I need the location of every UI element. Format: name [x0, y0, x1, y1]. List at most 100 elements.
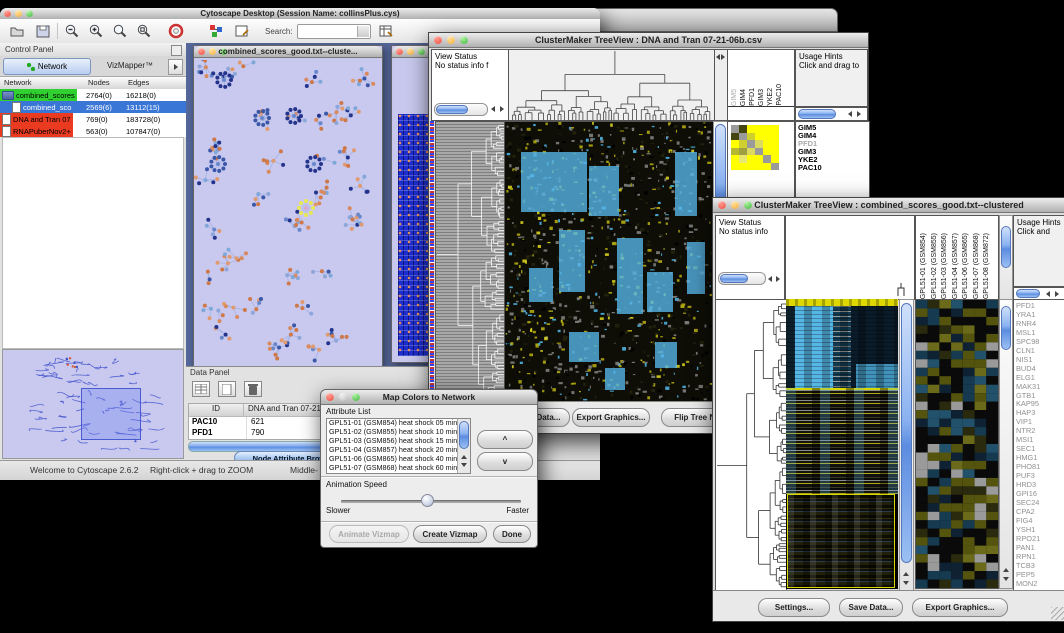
matrix-cell[interactable] — [731, 133, 739, 141]
tv1-scroll-strip[interactable] — [714, 49, 728, 121]
scroll-left-icon[interactable] — [848, 111, 852, 117]
matrix-cell[interactable] — [739, 133, 747, 141]
matrix-cell[interactable] — [771, 163, 779, 171]
annotation-icon[interactable] — [233, 22, 251, 40]
matrix-cell[interactable] — [755, 133, 763, 141]
matrix-cell[interactable] — [739, 148, 747, 156]
tv1-hints-hscrollbar[interactable] — [795, 107, 868, 121]
done-button[interactable]: Done — [493, 525, 531, 543]
network-graph[interactable] — [194, 60, 380, 366]
tv2-heatmap-vscrollbar[interactable] — [899, 299, 914, 592]
matrix-cell[interactable] — [763, 133, 771, 141]
network-view-frame-1[interactable]: combined_scores_good.txt--cluste... — [193, 45, 383, 368]
matrix-cell[interactable] — [739, 163, 747, 171]
save-icon[interactable] — [34, 22, 52, 40]
matrix-cell[interactable] — [747, 163, 755, 171]
matrix-cell[interactable] — [763, 140, 771, 148]
zoom-fit-icon[interactable] — [111, 22, 129, 40]
tv2-global-heatmap[interactable] — [786, 299, 898, 589]
matrix-cell[interactable] — [747, 155, 755, 163]
matrix-cell[interactable] — [763, 155, 771, 163]
scroll-down-icon[interactable] — [1003, 577, 1009, 581]
matrix-cell[interactable] — [771, 125, 779, 133]
matrix-cell[interactable] — [755, 148, 763, 156]
matrix-cell[interactable] — [755, 163, 763, 171]
matrix-cell[interactable] — [755, 155, 763, 163]
column-label[interactable]: GPL51-08 (GSM872) — [983, 233, 991, 299]
birdseye-viewport-rect[interactable] — [81, 388, 141, 440]
tv1-column-dendrogram[interactable] — [508, 49, 715, 121]
export-graphics-button[interactable]: Export Graphics... — [572, 408, 650, 427]
tv1-row-dendrogram[interactable] — [435, 121, 505, 403]
tab-vizmapper[interactable]: VizMapper™ — [92, 58, 168, 73]
delete-attribute-icon[interactable] — [244, 381, 262, 397]
gene-label[interactable]: MON2 — [1016, 580, 1064, 589]
scroll-thumb[interactable] — [436, 105, 468, 114]
move-up-button[interactable]: ^ — [477, 430, 533, 449]
column-label[interactable]: PAC10 — [776, 84, 784, 106]
tv2-zoom-heatmap[interactable] — [915, 299, 999, 589]
network-list-row[interactable]: combined_sco 2569(6) 13112(15) — [0, 101, 186, 113]
matrix-cell[interactable] — [731, 155, 739, 163]
matrix-cell[interactable] — [771, 140, 779, 148]
scroll-thumb[interactable] — [798, 109, 836, 119]
scroll-left-icon[interactable] — [1046, 291, 1050, 297]
minimize-button[interactable] — [407, 48, 414, 55]
treeview1-titlebar[interactable]: ClusterMaker TreeView : DNA and Tran 07-… — [429, 33, 868, 48]
matrix-cell[interactable] — [739, 155, 747, 163]
column-label[interactable]: GIM4 — [740, 89, 748, 106]
column-label[interactable]: GPL51-02 (GSM855) — [931, 233, 939, 299]
tv2-labels-vscrollbar[interactable] — [999, 215, 1013, 300]
scroll-thumb[interactable] — [1016, 289, 1040, 298]
attribute-grid-icon[interactable] — [192, 381, 210, 397]
column-label[interactable]: GPL51-07 (GSM868) — [973, 233, 981, 299]
attribute-list-vscrollbar[interactable] — [457, 419, 470, 473]
matrix-cell[interactable] — [731, 148, 739, 156]
column-label[interactable]: GPL51-01 (GSM854) — [920, 233, 928, 299]
scroll-right-icon[interactable] — [857, 111, 861, 117]
create-vizmap-button[interactable]: Create Vizmap — [413, 525, 487, 543]
matrix-cell[interactable] — [731, 140, 739, 148]
vizmapper-icon[interactable] — [207, 22, 225, 40]
scroll-thumb[interactable] — [720, 274, 748, 283]
float-panel-icon[interactable] — [171, 45, 182, 56]
matrix-cell[interactable] — [747, 133, 755, 141]
search-input[interactable] — [297, 24, 371, 39]
tab-overflow-button[interactable] — [168, 59, 183, 75]
save-data-button[interactable]: Save Data... — [839, 598, 903, 617]
network-list-row[interactable]: RNAPuberNov2+ 563(0) 107847(0) — [0, 125, 186, 137]
move-down-button[interactable]: v — [477, 452, 533, 471]
column-label[interactable]: PFD1 — [749, 88, 757, 106]
matrix-cell[interactable] — [731, 163, 739, 171]
matrix-cell[interactable] — [771, 133, 779, 141]
tv1-global-heatmap[interactable] — [504, 121, 714, 403]
scroll-left-icon[interactable] — [491, 106, 495, 112]
matrix-cell[interactable] — [731, 125, 739, 133]
settings-button[interactable]: Settings... — [758, 598, 830, 617]
tv2-column-dendrogram[interactable] — [785, 215, 915, 300]
network-list-row[interactable]: combined_scores 2764(0) 16218(0) — [0, 89, 186, 101]
network-list-row[interactable]: DNA and Tran 07 769(0) 183728(0) — [0, 113, 186, 125]
zoom-out-icon[interactable] — [63, 22, 81, 40]
scroll-left-icon[interactable] — [716, 54, 720, 60]
column-label[interactable]: GPL51-04 (GSM857) — [952, 233, 960, 299]
attribute-list[interactable]: GPL51-01 (GSM854) heat shock 05 minGPL51… — [326, 418, 471, 474]
export-graphics-button[interactable]: Export Graphics... — [912, 598, 1008, 617]
matrix-cell[interactable] — [747, 125, 755, 133]
treeview2-titlebar[interactable]: ClusterMaker TreeView : combined_scores_… — [713, 198, 1064, 213]
tv2-row-dendrogram[interactable] — [715, 299, 787, 592]
attribute-table-icon[interactable] — [377, 22, 395, 40]
column-label[interactable]: YKE2 — [767, 88, 775, 106]
scroll-right-icon[interactable] — [500, 106, 504, 112]
scroll-up-icon[interactable] — [461, 455, 467, 459]
help-ring-icon[interactable] — [167, 22, 185, 40]
row-label[interactable]: PAC10 — [798, 164, 869, 172]
combo-arrow-icon[interactable] — [357, 26, 369, 37]
matrix-cell[interactable] — [763, 163, 771, 171]
matrix-cell[interactable] — [747, 148, 755, 156]
matrix-cell[interactable] — [747, 140, 755, 148]
matrix-cell[interactable] — [739, 140, 747, 148]
tv2-zoom-vscrollbar[interactable] — [999, 299, 1013, 589]
scroll-thumb[interactable] — [901, 303, 912, 563]
dialog-titlebar[interactable]: Map Colors to Network — [321, 390, 537, 405]
